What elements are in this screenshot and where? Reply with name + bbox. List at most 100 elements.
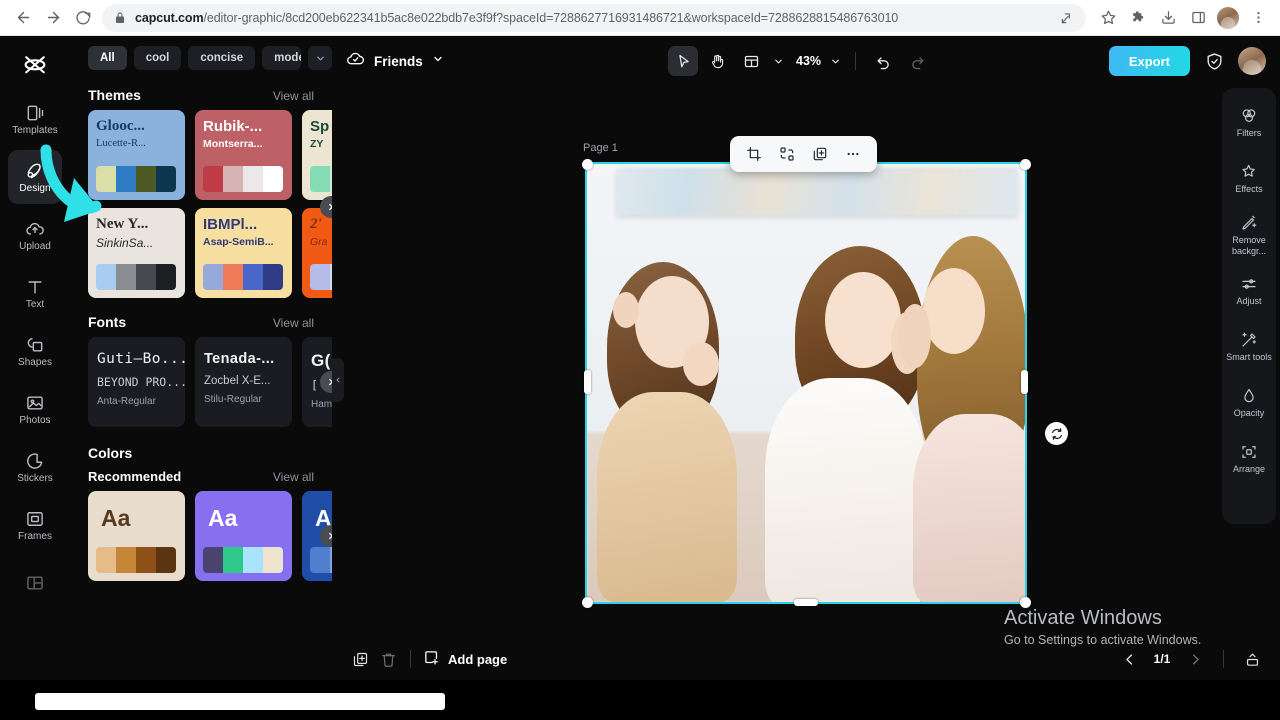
cursor-select-icon[interactable] (668, 46, 698, 76)
tool-label: Arrange (1233, 464, 1265, 474)
shield-check-icon[interactable] (1199, 46, 1229, 76)
chevron-left-icon[interactable] (1115, 645, 1143, 673)
browser-profile-avatar[interactable] (1214, 4, 1242, 32)
theme-swatches (203, 264, 283, 290)
page-navigation: 1/1 (1115, 645, 1266, 673)
crop-icon[interactable] (740, 140, 768, 168)
topbar-right-group: Export (1109, 46, 1266, 76)
hand-pan-icon[interactable] (702, 46, 732, 76)
redo-icon[interactable] (902, 46, 932, 76)
chevron-down-icon[interactable] (308, 46, 332, 70)
canvas-tool-group: 43% (668, 46, 932, 76)
chip-cool[interactable]: cool (134, 46, 182, 70)
tool-remove-background[interactable]: Remove backgr... (1224, 210, 1274, 260)
sidebar-item-text[interactable]: Text (8, 266, 62, 320)
sidebar-item-frames[interactable]: Frames (8, 498, 62, 552)
sidebar-item-design[interactable]: Design (8, 150, 62, 204)
sidebar-item-label: Frames (18, 532, 52, 542)
chevron-down-icon[interactable] (432, 52, 444, 70)
chevron-right-icon[interactable] (1181, 645, 1209, 673)
collapse-panel-chevron-icon[interactable] (332, 358, 344, 402)
add-page-button[interactable]: Add page (423, 649, 507, 669)
capcut-logo[interactable] (15, 46, 55, 86)
fonts-view-all-link[interactable]: View all (273, 316, 314, 330)
layout-menu-chevron-down-icon[interactable] (770, 46, 786, 76)
taskbar (0, 680, 1280, 720)
tool-arrange[interactable]: Arrange (1224, 434, 1274, 484)
side-panel-icon[interactable] (1184, 4, 1212, 32)
chip-modern[interactable]: modern (262, 46, 301, 70)
theme-title: Sp (310, 119, 332, 135)
theme-card[interactable]: Glooc... Lucette-R... (88, 110, 185, 200)
artboard[interactable] (587, 164, 1025, 602)
theme-card[interactable]: Sp ZY (302, 110, 332, 200)
theme-card[interactable]: New Y... SinkinSa... (88, 208, 185, 298)
replace-media-icon[interactable] (773, 140, 801, 168)
download-icon[interactable] (1154, 4, 1182, 32)
sidebar-item-label: Templates (12, 126, 58, 136)
canvas-image[interactable] (587, 164, 1025, 602)
tool-smart-tools[interactable]: Smart tools (1224, 322, 1274, 372)
theme-card[interactable]: Rubik-... Montserra... (195, 110, 292, 200)
theme-swatches (203, 166, 283, 192)
section-title: Fonts (88, 314, 126, 330)
share-icon[interactable] (1060, 11, 1074, 25)
document-name: Friends (374, 54, 423, 69)
sidebar-item-templates[interactable]: Templates (8, 92, 62, 146)
tool-effects[interactable]: Effects (1224, 154, 1274, 204)
sidebar-item-shapes[interactable]: Shapes (8, 324, 62, 378)
color-card[interactable]: Aa (195, 491, 292, 581)
export-button[interactable]: Export (1109, 46, 1190, 76)
tool-label: Remove backgr... (1224, 235, 1274, 255)
resize-handle-top-left[interactable] (582, 159, 593, 170)
forward-arrow-icon[interactable] (38, 3, 68, 33)
font-card[interactable]: Tenada-... Zocbel X-E... Stilu-Regular (195, 337, 292, 427)
sidebar-item-label: Stickers (17, 474, 53, 484)
design-panel: All cool concise modern Themes View all … (70, 36, 332, 680)
resize-handle-top-right[interactable] (1020, 159, 1031, 170)
themes-view-all-link[interactable]: View all (273, 89, 314, 103)
chip-all[interactable]: All (88, 46, 127, 70)
resize-handle-bottom[interactable] (794, 599, 818, 606)
rotate-handle-icon[interactable] (1045, 422, 1068, 445)
tool-opacity[interactable]: Opacity (1224, 378, 1274, 428)
duplicate-icon[interactable] (806, 140, 834, 168)
sidebar-item-photos[interactable]: Photos (8, 382, 62, 436)
sidebar-item-more[interactable] (8, 556, 62, 610)
puzzle-piece-icon[interactable] (1124, 4, 1152, 32)
tool-filters[interactable]: Filters (1224, 98, 1274, 148)
undo-icon[interactable] (868, 46, 898, 76)
bottombar-divider (410, 650, 411, 668)
color-card[interactable]: Aa (88, 491, 185, 581)
three-dot-menu-icon[interactable] (1244, 4, 1272, 32)
user-avatar[interactable] (1238, 47, 1266, 75)
expand-pages-icon[interactable] (1238, 645, 1266, 673)
resize-handle-left[interactable] (584, 370, 591, 394)
back-arrow-icon[interactable] (8, 3, 38, 33)
font-card[interactable]: Guti–Bo... BEYOND PRO... Anta-Regular (88, 337, 185, 427)
chip-concise[interactable]: concise (188, 46, 255, 70)
colors-view-all-link[interactable]: View all (273, 470, 314, 484)
layout-grid-icon[interactable] (736, 46, 766, 76)
zoom-menu-chevron-down-icon[interactable] (827, 46, 843, 76)
photo-painting (617, 168, 1017, 215)
sidebar-item-stickers[interactable]: Stickers (8, 440, 62, 494)
resize-handle-right[interactable] (1021, 370, 1028, 394)
resize-handle-bottom-left[interactable] (582, 597, 593, 608)
document-title-group[interactable]: Friends (346, 49, 444, 73)
more-options-icon[interactable] (839, 140, 867, 168)
duplicate-page-icon[interactable] (346, 645, 374, 673)
sidebar-item-upload[interactable]: Upload (8, 208, 62, 262)
star-icon[interactable] (1094, 4, 1122, 32)
theme-card[interactable]: 2' Gra (302, 208, 332, 298)
add-page-icon (423, 649, 440, 669)
theme-card[interactable]: IBMPl... Asap-SemiB... (195, 208, 292, 298)
reload-icon[interactable] (68, 3, 98, 33)
address-bar[interactable]: capcut.com/editor-graphic/8cd200eb622341… (102, 4, 1086, 32)
tool-adjust[interactable]: Adjust (1224, 266, 1274, 316)
resize-handle-bottom-right[interactable] (1020, 597, 1031, 608)
trash-icon[interactable] (374, 645, 402, 673)
taskbar-window-strip[interactable] (35, 693, 445, 710)
url-path: /editor-graphic/8cd200eb622341b5ac8e022b… (203, 11, 898, 25)
canvas-area[interactable]: Page 1 (332, 86, 1280, 638)
